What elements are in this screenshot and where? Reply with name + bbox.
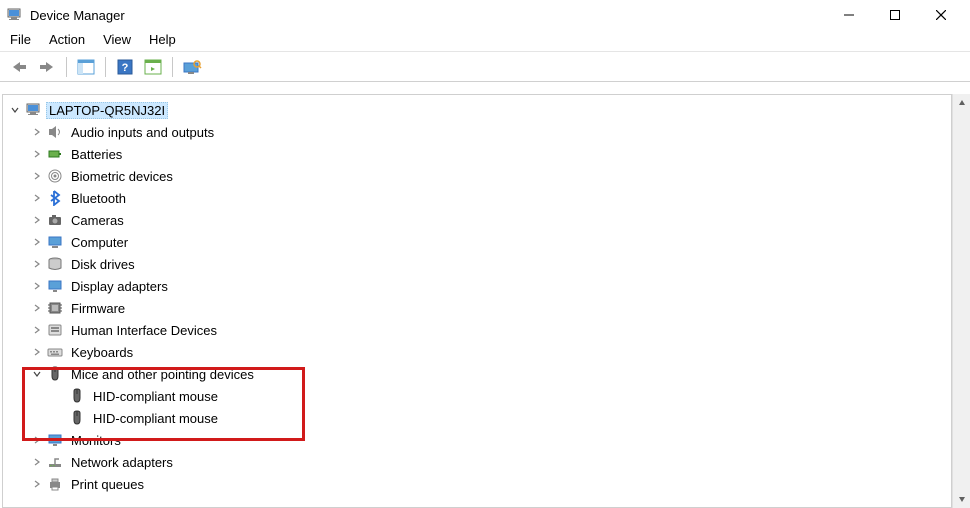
category-label[interactable]: Display adapters (68, 278, 171, 295)
display-icon (45, 277, 65, 295)
chevron-right-icon[interactable] (29, 432, 45, 448)
chevron-down-icon[interactable] (29, 366, 45, 382)
category-speaker[interactable]: Audio inputs and outputs (7, 121, 951, 143)
category-keyboard[interactable]: Keyboards (7, 341, 951, 363)
camera-icon (45, 211, 65, 229)
mouse-icon (67, 387, 87, 405)
forward-button[interactable] (34, 55, 60, 79)
close-button[interactable] (918, 0, 964, 30)
console-tree-button[interactable] (73, 55, 99, 79)
firmware-icon (45, 299, 65, 317)
action-pane-button[interactable] (140, 55, 166, 79)
device-label[interactable]: HID-compliant mouse (90, 388, 221, 405)
chevron-right-icon[interactable] (29, 168, 45, 184)
chevron-right-icon[interactable] (29, 256, 45, 272)
monitor-icon (45, 431, 65, 449)
category-label[interactable]: Network adapters (68, 454, 176, 471)
chevron-right-icon[interactable] (29, 476, 45, 492)
menu-action[interactable]: Action (49, 32, 85, 47)
fingerprint-icon (45, 167, 65, 185)
tree-panel: LAPTOP-QR5NJ32I Audio inputs and outputs… (2, 94, 952, 508)
category-firmware[interactable]: Firmware (7, 297, 951, 319)
category-label[interactable]: Computer (68, 234, 131, 251)
category-label[interactable]: Disk drives (68, 256, 138, 273)
bluetooth-icon (45, 189, 65, 207)
category-label[interactable]: Mice and other pointing devices (68, 366, 257, 383)
computer-icon (23, 101, 43, 119)
tree-root-node[interactable]: LAPTOP-QR5NJ32I (7, 99, 951, 121)
category-bluetooth[interactable]: Bluetooth (7, 187, 951, 209)
disk-icon (45, 255, 65, 273)
svg-text:?: ? (122, 62, 129, 74)
category-monitor[interactable]: Monitors (7, 429, 951, 451)
category-disk[interactable]: Disk drives (7, 253, 951, 275)
chevron-right-icon[interactable] (29, 124, 45, 140)
category-mouse[interactable]: Mice and other pointing devices (7, 363, 951, 385)
category-battery[interactable]: Batteries (7, 143, 951, 165)
category-fingerprint[interactable]: Biometric devices (7, 165, 951, 187)
chevron-right-icon[interactable] (29, 234, 45, 250)
mouse-icon (67, 409, 87, 427)
category-label[interactable]: Batteries (68, 146, 125, 163)
category-hid[interactable]: Human Interface Devices (7, 319, 951, 341)
category-label[interactable]: Biometric devices (68, 168, 176, 185)
chevron-right-icon[interactable] (29, 212, 45, 228)
mouse-icon (45, 365, 65, 383)
speaker-icon (45, 123, 65, 141)
printer-icon (45, 475, 65, 493)
category-network[interactable]: Network adapters (7, 451, 951, 473)
device-mouse[interactable]: HID-compliant mouse (7, 407, 951, 429)
category-display[interactable]: Display adapters (7, 275, 951, 297)
chevron-right-icon[interactable] (29, 278, 45, 294)
toolbar-separator (66, 57, 67, 77)
minimize-button[interactable] (826, 0, 872, 30)
category-label[interactable]: Firmware (68, 300, 128, 317)
network-icon (45, 453, 65, 471)
chevron-right-icon[interactable] (29, 300, 45, 316)
chevron-down-icon[interactable] (7, 102, 23, 118)
menu-help[interactable]: Help (149, 32, 176, 47)
vertical-scrollbar[interactable] (952, 94, 970, 508)
menu-view[interactable]: View (103, 32, 131, 47)
scroll-down-button[interactable] (953, 490, 970, 508)
category-label[interactable]: Monitors (68, 432, 124, 449)
computer-icon (45, 233, 65, 251)
category-label[interactable]: Bluetooth (68, 190, 129, 207)
category-camera[interactable]: Cameras (7, 209, 951, 231)
maximize-button[interactable] (872, 0, 918, 30)
category-label[interactable]: Cameras (68, 212, 127, 229)
menubar: File Action View Help (0, 30, 970, 52)
device-label[interactable]: HID-compliant mouse (90, 410, 221, 427)
scroll-up-button[interactable] (953, 94, 970, 112)
keyboard-icon (45, 343, 65, 361)
chevron-right-icon[interactable] (29, 146, 45, 162)
hid-icon (45, 321, 65, 339)
menu-file[interactable]: File (10, 32, 31, 47)
app-icon (6, 7, 22, 23)
toolbar-separator (105, 57, 106, 77)
chevron-right-icon[interactable] (29, 344, 45, 360)
chevron-right-icon[interactable] (29, 190, 45, 206)
toolbar: ? (0, 52, 970, 82)
chevron-right-icon[interactable] (29, 322, 45, 338)
root-label[interactable]: LAPTOP-QR5NJ32I (46, 102, 168, 119)
back-button[interactable] (6, 55, 32, 79)
category-label[interactable]: Keyboards (68, 344, 136, 361)
category-printer[interactable]: Print queues (7, 473, 951, 495)
help-toolbar-button[interactable]: ? (112, 55, 138, 79)
chevron-right-icon[interactable] (29, 454, 45, 470)
category-label[interactable]: Print queues (68, 476, 147, 493)
category-label[interactable]: Audio inputs and outputs (68, 124, 217, 141)
device-mouse[interactable]: HID-compliant mouse (7, 385, 951, 407)
battery-icon (45, 145, 65, 163)
window-title: Device Manager (30, 8, 125, 23)
toolbar-separator (172, 57, 173, 77)
category-label[interactable]: Human Interface Devices (68, 322, 220, 339)
titlebar: Device Manager (0, 0, 970, 30)
scan-hardware-button[interactable] (179, 55, 205, 79)
category-computer[interactable]: Computer (7, 231, 951, 253)
